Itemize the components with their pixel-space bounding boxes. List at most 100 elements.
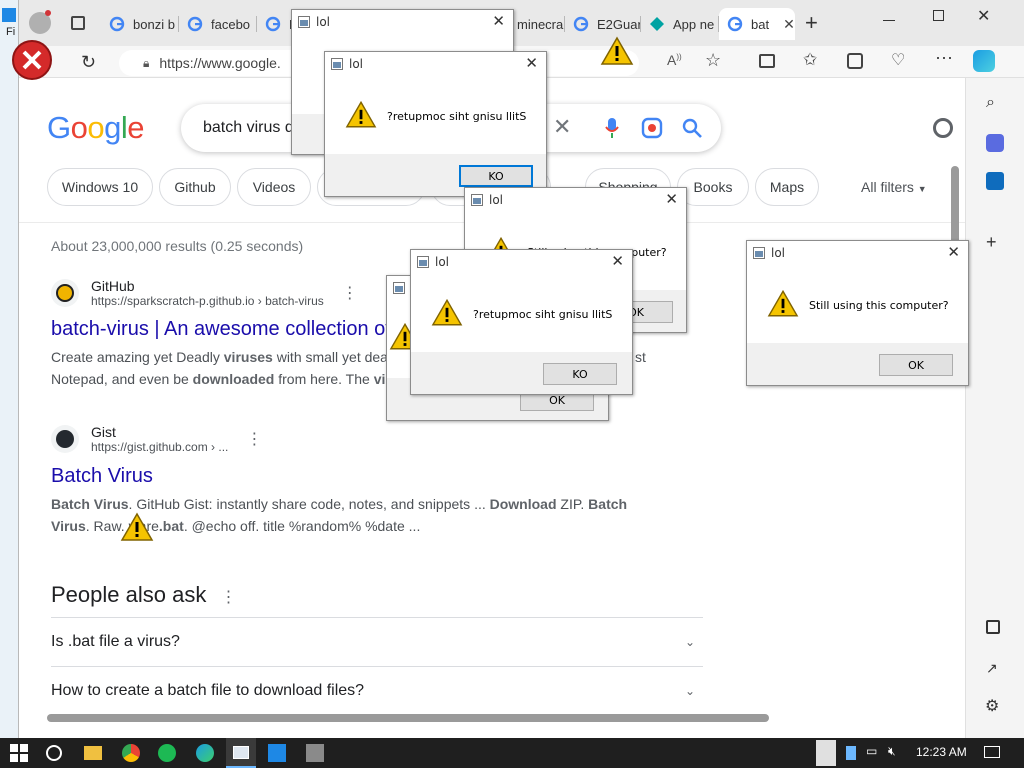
edge-icon[interactable] xyxy=(196,744,214,762)
filter-chip[interactable]: Github xyxy=(159,168,231,206)
read-aloud-icon[interactable]: A)) xyxy=(667,52,682,68)
message-dialog[interactable]: lol ✕ Still using this computer? OK xyxy=(746,240,969,386)
split-screen-icon[interactable] xyxy=(759,54,775,68)
dialog-titlebar[interactable]: lol ✕ xyxy=(292,10,513,34)
favorite-star-icon[interactable]: ☆ xyxy=(705,50,721,71)
tab-actions-icon[interactable] xyxy=(71,16,85,30)
horizontal-scrollbar-thumb[interactable] xyxy=(47,714,769,722)
collections-icon[interactable] xyxy=(847,53,863,69)
dialog-title: lol xyxy=(435,255,450,269)
tray-app-icon[interactable] xyxy=(846,746,856,760)
result-source[interactable]: Gist https://gist.github.com › ... ⋮ xyxy=(51,424,262,454)
ok-button[interactable]: OK xyxy=(879,354,953,376)
chrome-icon[interactable] xyxy=(122,744,140,762)
voice-search-icon[interactable] xyxy=(605,118,619,138)
result-options-icon[interactable]: ⋮ xyxy=(342,283,358,303)
message-dialog[interactable]: lol ✕ ?retupmoc siht gnisu llitS KO xyxy=(410,249,633,395)
tab-label: App ne xyxy=(673,16,715,32)
app-icon[interactable] xyxy=(306,744,324,762)
tab-label: E2Guar xyxy=(597,16,641,32)
sidebar-search-icon[interactable]: ⌕ xyxy=(986,94,995,112)
search-circle-icon[interactable] xyxy=(46,745,62,761)
clock[interactable]: 12:23 AM xyxy=(916,745,967,759)
show-hidden-icons[interactable] xyxy=(816,740,836,766)
window-close-icon[interactable]: ✕ xyxy=(977,6,990,26)
result-title[interactable]: batch-virus | An awesome collection of xyxy=(51,318,391,341)
spotify-icon[interactable] xyxy=(158,744,176,762)
tab-h[interactable]: H xyxy=(257,8,291,40)
copilot-icon[interactable] xyxy=(973,50,995,72)
ok-button[interactable]: KO xyxy=(459,165,533,187)
dialog-close-icon[interactable]: ✕ xyxy=(665,192,678,207)
notification-dot xyxy=(45,10,51,16)
error-icon xyxy=(12,40,52,80)
external-link-icon[interactable]: ↗ xyxy=(986,660,998,677)
result-url: https://gist.github.com › ... xyxy=(91,440,229,454)
settings-gear-icon[interactable] xyxy=(933,118,953,138)
lens-search-icon[interactable] xyxy=(641,117,663,139)
paa-question[interactable]: Is .bat file a virus? ⌄ xyxy=(51,617,703,666)
result-snippet-tail: st xyxy=(635,349,646,365)
new-tab-icon[interactable]: + xyxy=(805,12,818,34)
all-filters-button[interactable]: All filters ▼ xyxy=(861,179,927,195)
chevron-down-icon: ⌄ xyxy=(684,635,695,649)
more-menu-icon[interactable]: ⋯ xyxy=(935,48,953,69)
favorites-icon[interactable]: ✩ xyxy=(803,50,817,70)
start-windows-icon[interactable] xyxy=(10,744,28,762)
ok-button[interactable]: KO xyxy=(543,363,617,385)
filter-chip[interactable]: Windows 10 xyxy=(47,168,153,206)
tab-label: bonzi b xyxy=(133,16,175,32)
filter-chip[interactable]: Books xyxy=(677,168,749,206)
result-source[interactable]: GitHub https://sparkscratch-p.github.io … xyxy=(51,278,358,308)
volume-muted-icon[interactable]: 🔇︎ xyxy=(888,744,896,759)
tab-close-icon[interactable]: ✕ xyxy=(783,16,795,33)
sidebar-settings-icon[interactable]: ⚙ xyxy=(985,696,999,716)
dialog-titlebar[interactable]: lol ✕ xyxy=(325,52,546,76)
dialog-titlebar[interactable]: lol ✕ xyxy=(747,241,968,265)
edge-sidebar: ⌕ + ↗ ⚙ xyxy=(965,78,1024,738)
sidebar-copilot-icon[interactable] xyxy=(986,134,1004,152)
dialog-close-icon[interactable]: ✕ xyxy=(492,14,505,29)
filter-chip[interactable]: Maps xyxy=(755,168,819,206)
maximize-icon[interactable] xyxy=(933,10,944,21)
dialog-titlebar[interactable]: lol ✕ xyxy=(465,188,686,212)
app-icon xyxy=(393,282,405,294)
google-logo[interactable]: Google xyxy=(47,110,145,146)
dialog-close-icon[interactable]: ✕ xyxy=(611,254,624,269)
result-title[interactable]: Batch Virus xyxy=(51,465,153,488)
taskbar-active-app[interactable] xyxy=(226,738,256,768)
message-dialog[interactable]: lol ✕ ?retupmoc siht gnisu llitS KO xyxy=(324,51,547,197)
tab-label: bat xyxy=(751,16,770,32)
minimize-icon[interactable] xyxy=(883,20,895,21)
tab-facebook[interactable]: facebo xyxy=(179,8,257,40)
filter-chip[interactable]: Videos xyxy=(237,168,311,206)
dialog-message: ?retupmoc siht gnisu llitS xyxy=(473,308,613,321)
result-options-icon[interactable]: ⋮ xyxy=(246,429,262,449)
app-icon[interactable] xyxy=(268,744,286,762)
file-explorer-icon[interactable] xyxy=(84,746,102,760)
result-stats: About 23,000,000 results (0.25 seconds) xyxy=(51,238,304,254)
taskbar: ▭ 🔇︎ 12:23 AM xyxy=(0,738,1024,768)
clear-search-icon[interactable]: ✕ xyxy=(553,114,571,140)
dialog-close-icon[interactable]: ✕ xyxy=(947,245,960,260)
tab-active-bat[interactable]: bat ✕ xyxy=(719,8,795,40)
outlook-icon[interactable] xyxy=(986,172,1004,190)
refresh-icon[interactable]: ↻ xyxy=(81,52,96,73)
sidebar-add-icon[interactable]: + xyxy=(986,232,997,253)
desktop-shortcut-icon[interactable] xyxy=(2,8,16,22)
search-icon[interactable] xyxy=(681,117,703,139)
browser-essentials-icon[interactable]: ♡ xyxy=(891,50,905,70)
google-icon xyxy=(265,16,281,32)
paa-question[interactable]: How to create a batch file to download f… xyxy=(51,666,703,715)
dialog-title: lol xyxy=(349,57,364,71)
tab-app[interactable]: App ne xyxy=(641,8,719,40)
dialog-close-icon[interactable]: ✕ xyxy=(525,56,538,71)
tab-minecraft[interactable]: minecra xyxy=(509,8,565,40)
dialog-titlebar[interactable]: lol ✕ xyxy=(411,250,632,274)
tab-bonzi[interactable]: bonzi b xyxy=(101,8,179,40)
notifications-icon[interactable] xyxy=(984,746,1000,758)
sidebar-toggle-icon[interactable] xyxy=(986,620,1000,634)
dialog-body: ?retupmoc siht gnisu llitS xyxy=(325,76,546,154)
network-icon[interactable]: ▭ xyxy=(866,744,877,758)
paa-options-icon[interactable]: ⋮ xyxy=(220,589,236,606)
